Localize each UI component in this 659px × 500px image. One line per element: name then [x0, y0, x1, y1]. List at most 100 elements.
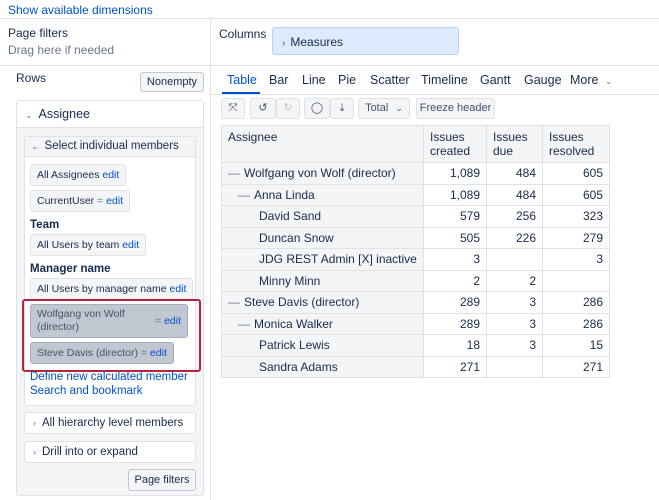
redo-button[interactable]: ↻ — [276, 98, 300, 119]
results-table: Assignee Issues created Issues due Issue… — [221, 125, 610, 378]
row-member-cell[interactable]: Minny Minn — [221, 269, 424, 292]
value-cell-due[interactable]: 3 — [486, 291, 543, 314]
header-vertical-divider — [210, 18, 211, 66]
collapse-icon[interactable]: — — [228, 166, 240, 180]
value-cell-resolved[interactable]: 605 — [542, 162, 610, 185]
member-chip-all-assignees[interactable]: All Assignees edit — [30, 164, 127, 186]
all-hierarchy-members-section[interactable]: › All hierarchy level members — [24, 412, 196, 434]
value-cell-due[interactable]: 3 — [486, 312, 543, 335]
value-cell-resolved[interactable] — [542, 269, 610, 292]
value-cell-due[interactable]: 484 — [486, 183, 543, 206]
row-member-cell[interactable]: — Anna Linda — [221, 183, 424, 206]
comment-icon: ◯ — [310, 102, 324, 114]
drill-into-expand-section[interactable]: › Drill into or expand — [24, 441, 196, 463]
value-cell-due[interactable] — [486, 355, 543, 378]
member-chip-current-user[interactable]: CurrentUser = edit — [30, 190, 131, 212]
chevron-down-icon: ⌄ — [604, 76, 613, 86]
value-cell-created[interactable]: 18 — [423, 334, 487, 357]
value-cell-created[interactable]: 1,089 — [423, 162, 487, 185]
value-cell-resolved[interactable]: 15 — [542, 334, 610, 357]
col-header-issues-resolved[interactable]: Issues resolved — [542, 125, 610, 163]
value-cell-due[interactable]: 484 — [486, 162, 543, 185]
search-and-bookmark-link[interactable]: Search and bookmark — [30, 385, 143, 397]
total-dropdown[interactable]: Total ⌄ — [358, 98, 410, 119]
fullscreen-button[interactable]: ⤧ — [221, 98, 245, 119]
tab-timeline[interactable]: Timeline — [421, 73, 468, 87]
tab-table[interactable]: Table — [227, 73, 257, 87]
edit-link[interactable]: edit — [106, 195, 123, 207]
measures-dimension-chip[interactable]: › Measures — [272, 27, 459, 55]
edit-link[interactable]: edit — [102, 169, 119, 181]
assignee-header[interactable]: ⌄ Assignee — [17, 101, 203, 128]
tab-line[interactable]: Line — [302, 73, 326, 87]
highlight-annotation-box — [22, 299, 201, 372]
chevron-right-icon: › — [33, 447, 36, 457]
collapse-icon[interactable]: — — [238, 317, 250, 331]
tab-gantt[interactable]: Gantt — [480, 73, 511, 87]
row-member-cell[interactable]: Patrick Lewis — [221, 334, 424, 357]
col-header-issues-due[interactable]: Issues due — [486, 125, 543, 163]
row-member-cell[interactable]: Duncan Snow — [221, 226, 424, 249]
nonempty-button[interactable]: Nonempty — [140, 72, 204, 92]
value-cell-created[interactable]: 2 — [423, 269, 487, 292]
edit-link[interactable]: edit — [169, 283, 186, 295]
select-members-header[interactable]: ⌄ Select individual members — [25, 137, 195, 157]
value-cell-resolved[interactable]: 286 — [542, 291, 610, 314]
col-header-line: created — [430, 144, 471, 158]
member-name: Sandra Adams — [259, 359, 338, 374]
value-cell-resolved[interactable]: 271 — [542, 355, 610, 378]
member-chip-all-users-manager[interactable]: All Users by manager name edit — [30, 278, 194, 300]
value-cell-resolved[interactable]: 3 — [542, 248, 610, 271]
value-cell-resolved[interactable]: 279 — [542, 226, 610, 249]
export-button[interactable]: ⤓ — [330, 98, 354, 119]
value-cell-resolved[interactable]: 286 — [542, 312, 610, 335]
freeze-header-button[interactable]: Freeze header — [416, 98, 495, 119]
row-member-cell[interactable]: — Steve Davis (director) — [221, 291, 424, 314]
collapse-icon[interactable]: — — [228, 295, 240, 309]
value-cell-due[interactable]: 3 — [486, 334, 543, 357]
tab-more[interactable]: More ⌄ — [570, 73, 613, 87]
row-member-cell[interactable]: JDG REST Admin [X] inactive — [221, 248, 424, 271]
table-row: — Anna Linda 1,089 484 605 — [221, 183, 610, 206]
show-dimensions-link[interactable]: Show available dimensions — [8, 3, 153, 17]
comment-button[interactable]: ◯ — [304, 98, 330, 119]
collapse-icon[interactable]: — — [238, 188, 250, 202]
expand-icon: ⤧ — [228, 102, 238, 114]
value-cell-created[interactable]: 289 — [423, 291, 487, 314]
tab-gauge[interactable]: Gauge — [524, 73, 562, 87]
col-header-line: due — [493, 144, 514, 158]
col-header-issues-created[interactable]: Issues created — [423, 125, 487, 163]
measures-label: Measures — [290, 35, 344, 49]
row-member-cell[interactable]: Sandra Adams — [221, 355, 424, 378]
tab-scatter[interactable]: Scatter — [370, 73, 410, 87]
page-filters-dropzone[interactable]: Page filters Drag here if needed — [8, 26, 208, 57]
row-member-cell[interactable]: David Sand — [221, 205, 424, 228]
edit-link[interactable]: edit — [122, 239, 139, 251]
value-cell-resolved[interactable]: 605 — [542, 183, 610, 206]
page-filters-button[interactable]: Page filters — [128, 469, 196, 491]
row-header-assignee[interactable]: Assignee — [221, 125, 424, 163]
value-cell-created[interactable]: 271 — [423, 355, 487, 378]
value-cell-created[interactable]: 505 — [423, 226, 487, 249]
undo-button[interactable]: ↺ — [250, 98, 276, 119]
tab-bar[interactable]: Bar — [269, 73, 288, 87]
member-chip-all-users-team[interactable]: All Users by team edit — [30, 234, 147, 256]
define-calculated-member-link[interactable]: Define new calculated member — [30, 371, 188, 383]
columns-label: Columns — [219, 27, 267, 41]
row-member-cell[interactable]: — Monica Walker — [221, 312, 424, 335]
table-row: Patrick Lewis 18 3 15 — [221, 334, 610, 357]
row-member-cell[interactable]: — Wolfgang von Wolf (director) — [221, 162, 424, 185]
value-cell-due[interactable]: 226 — [486, 226, 543, 249]
value-cell-due[interactable] — [486, 248, 543, 271]
total-label: Total — [365, 102, 389, 114]
value-cell-resolved[interactable]: 323 — [542, 205, 610, 228]
value-cell-created[interactable]: 289 — [423, 312, 487, 335]
drill-label: Drill into or expand — [42, 446, 138, 458]
value-cell-created[interactable]: 579 — [423, 205, 487, 228]
chip-label: All Users by team — [37, 239, 120, 251]
value-cell-created[interactable]: 1,089 — [423, 183, 487, 206]
value-cell-due[interactable]: 2 — [486, 269, 543, 292]
value-cell-created[interactable]: 3 — [423, 248, 487, 271]
value-cell-due[interactable]: 256 — [486, 205, 543, 228]
tab-pie[interactable]: Pie — [338, 73, 356, 87]
